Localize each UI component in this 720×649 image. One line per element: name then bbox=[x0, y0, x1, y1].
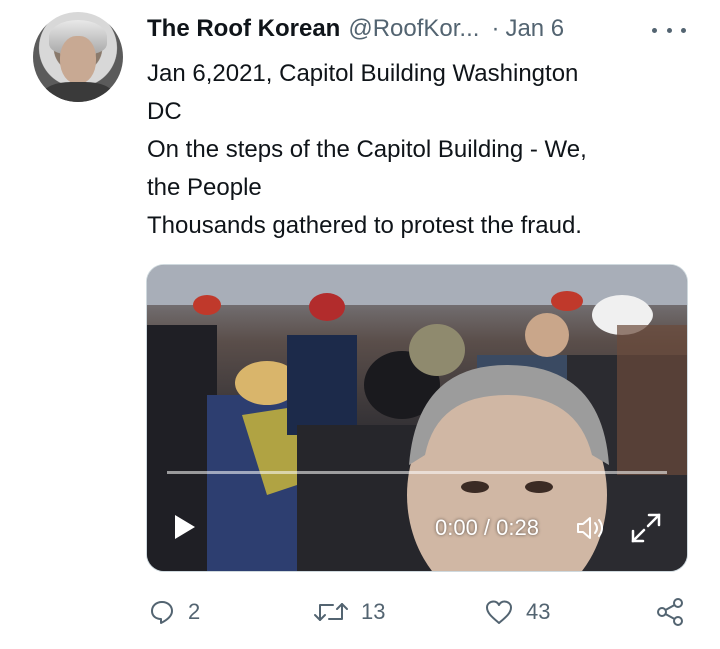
tweet-header: The Roof Korean @RoofKor... · Jan 6 bbox=[147, 14, 564, 44]
heart-icon bbox=[486, 600, 512, 624]
play-icon[interactable] bbox=[175, 515, 195, 539]
tweet-date[interactable]: Jan 6 bbox=[505, 15, 564, 43]
avatar-face bbox=[60, 36, 96, 84]
video-timecode: 0:00 / 0:28 bbox=[435, 515, 539, 540]
tweet-text-line: the People bbox=[147, 174, 262, 201]
tweet-text-line: Jan 6,2021, Capitol Building Washington bbox=[147, 60, 579, 87]
reply-count: 2 bbox=[188, 599, 201, 624]
fullscreen-icon[interactable] bbox=[629, 511, 663, 545]
tweet-text-line: DC bbox=[147, 98, 182, 125]
video-frame bbox=[147, 265, 687, 571]
share-button[interactable] bbox=[654, 592, 686, 632]
tweet-text-line: Thousands gathered to protest the fraud. bbox=[147, 212, 582, 239]
retweet-button[interactable]: 13 bbox=[313, 592, 385, 632]
more-horizontal-icon[interactable] bbox=[652, 20, 686, 40]
like-button[interactable]: 43 bbox=[484, 592, 550, 632]
tweet-actions: 2 13 43 bbox=[148, 592, 693, 632]
tweet-text: Jan 6,2021, Capitol Building Washington … bbox=[147, 55, 667, 245]
separator-dot: · bbox=[491, 15, 500, 42]
tweet-text-line: On the steps of the Capitol Building - W… bbox=[147, 136, 587, 163]
share-icon bbox=[657, 598, 683, 626]
user-handle[interactable]: @RoofKor... bbox=[348, 15, 479, 43]
reply-icon bbox=[151, 601, 173, 624]
display-name[interactable]: The Roof Korean bbox=[147, 15, 340, 43]
retweet-count: 13 bbox=[361, 599, 386, 624]
video-player[interactable]: 0:00 / 0:28 bbox=[146, 264, 688, 572]
avatar-shirt bbox=[43, 82, 113, 102]
reply-button[interactable]: 2 bbox=[148, 592, 200, 632]
more-dot bbox=[681, 27, 686, 33]
retweet-icon bbox=[314, 603, 348, 621]
more-dot bbox=[666, 27, 672, 33]
video-progress-bar[interactable] bbox=[167, 471, 667, 474]
more-dot bbox=[652, 27, 657, 33]
avatar[interactable] bbox=[33, 12, 123, 102]
like-count: 43 bbox=[526, 599, 551, 624]
volume-icon[interactable] bbox=[575, 515, 605, 541]
